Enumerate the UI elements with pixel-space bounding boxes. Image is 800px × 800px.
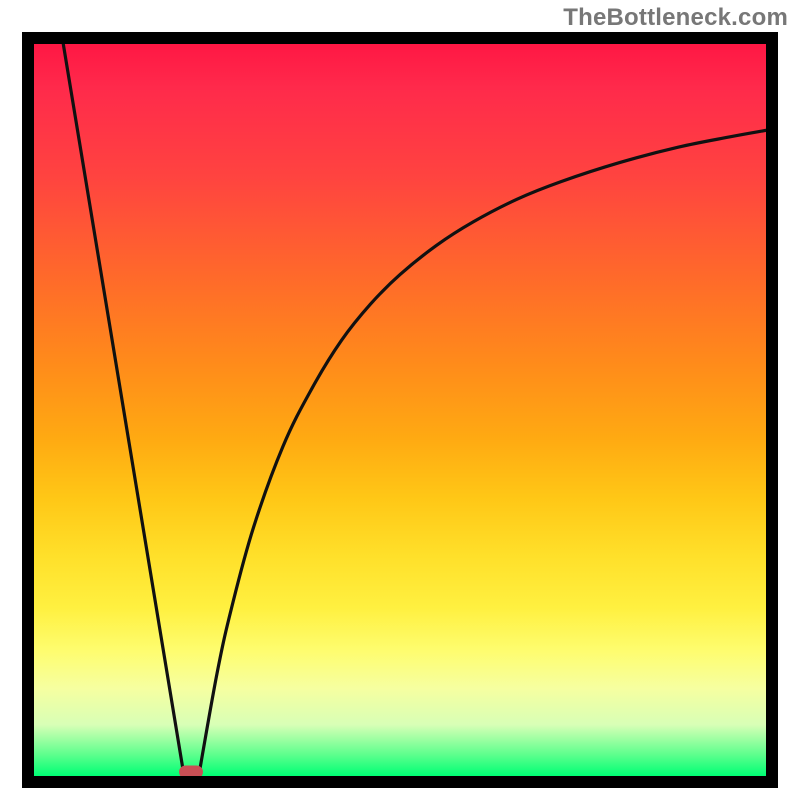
- watermark-text: TheBottleneck.com: [563, 4, 788, 32]
- trough-marker: [179, 765, 203, 776]
- plot-area: [34, 44, 766, 776]
- curve-svg: [34, 44, 766, 776]
- bottleneck-curve: [63, 44, 766, 776]
- chart-stage: TheBottleneck.com: [0, 0, 800, 800]
- plot-frame: [22, 32, 778, 788]
